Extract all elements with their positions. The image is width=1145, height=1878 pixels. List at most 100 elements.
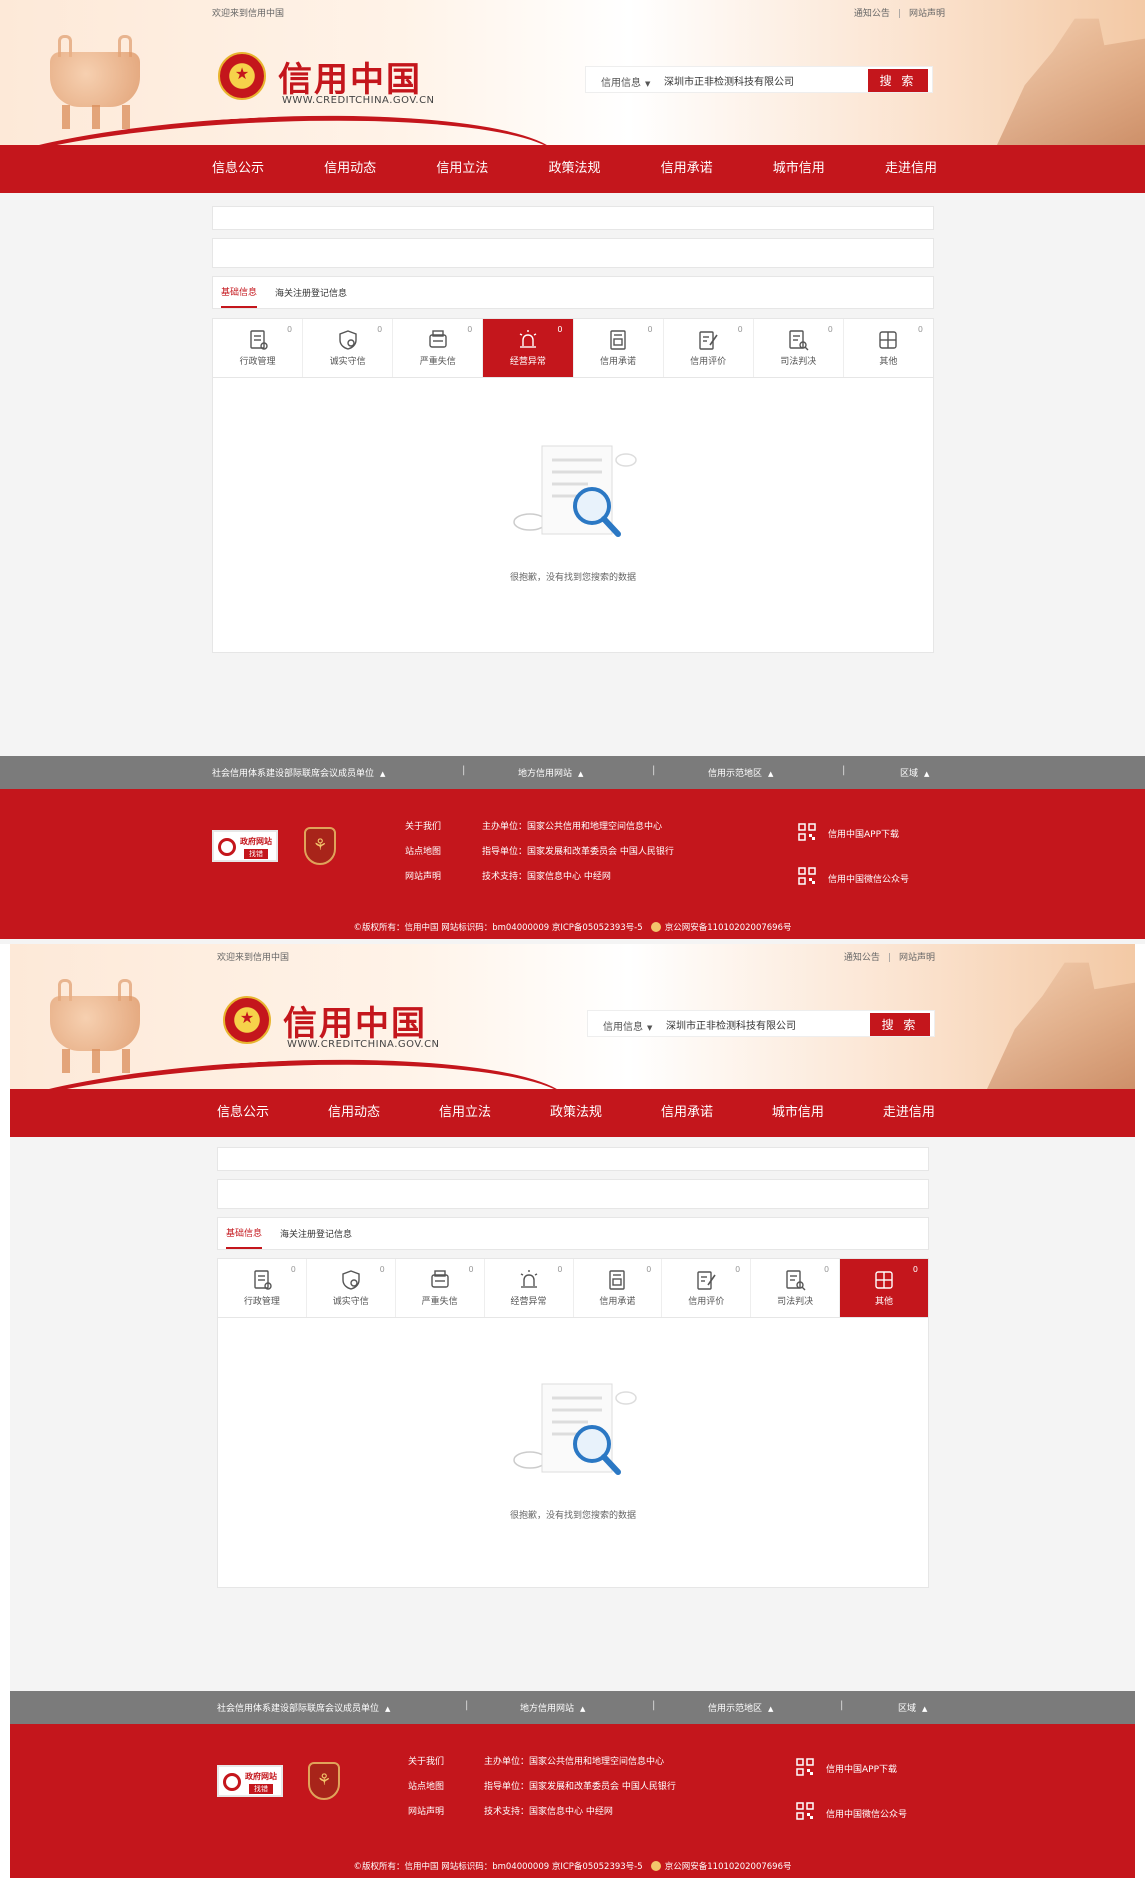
footer-dropdown[interactable]: 信用示范地区 ▲ [708, 1701, 773, 1714]
nav-item[interactable]: 信用承诺 [661, 1089, 713, 1137]
logo-title[interactable]: 信用中国 [278, 52, 422, 101]
footer-link-about[interactable]: 关于我们 [408, 1754, 444, 1767]
logo-subtitle: WWW.CREDITCHINA.GOV.CN [282, 95, 435, 106]
footer-dropdown[interactable]: 社会信用体系建设部际联席会议成员单位 ▲ [217, 1701, 390, 1714]
footer-link-statement[interactable]: 网站声明 [408, 1804, 444, 1817]
caret-up-icon: ▲ [768, 770, 774, 778]
category-tile[interactable]: 0 严重失信 [396, 1259, 485, 1317]
app-download-label[interactable]: 信用中国APP下载 [828, 827, 899, 840]
category-tile[interactable]: 0 信用承诺 [574, 319, 664, 377]
notice-link[interactable]: 通知公告 [844, 953, 880, 963]
category-tile[interactable]: 0 诚实守信 [303, 319, 394, 377]
footer-link-sitemap[interactable]: 站点地图 [405, 844, 441, 857]
company-info-bar [217, 1179, 929, 1209]
gov-site-error-badge[interactable]: 政府网站 找错 [217, 1765, 283, 1797]
qrcode-icon[interactable] [796, 1758, 814, 1776]
promise-icon [610, 330, 626, 350]
search-button[interactable]: 搜 索 [868, 69, 928, 92]
tab-basic-info[interactable]: 基础信息 [221, 277, 258, 308]
category-tile[interactable]: 0 经营异常 [485, 1259, 574, 1317]
category-tile[interactable]: 0 司法判决 [751, 1259, 841, 1317]
category-tile[interactable]: 0 其他 [840, 1259, 928, 1317]
caret-up-icon: ▲ [922, 1705, 928, 1713]
footer-host: 主办单位：国家公共信用和地理空间信息中心 [482, 822, 663, 832]
great-wall-image [987, 962, 1135, 1089]
category-label: 其他 [879, 357, 898, 367]
logo-title[interactable]: 信用中国 [283, 996, 427, 1045]
footer-dropdown[interactable]: 区域 ▲ [898, 1701, 927, 1714]
footer-link-statement[interactable]: 网站声明 [405, 869, 441, 882]
tripod-image [40, 30, 150, 130]
tab-customs-info[interactable]: 海关注册登记信息 [275, 278, 347, 307]
category-tile[interactable]: 0 其他 [844, 319, 933, 377]
search-box: 信用信息▼ 搜 索 [587, 1010, 935, 1037]
category-tile[interactable]: 0 严重失信 [393, 319, 484, 377]
judgment-icon [789, 330, 809, 351]
caret-up-icon: ▲ [580, 1705, 586, 1713]
app-download-label[interactable]: 信用中国APP下载 [826, 1762, 897, 1775]
nav-item[interactable]: 信用立法 [439, 1089, 491, 1137]
nav-item[interactable]: 政策法规 [548, 145, 600, 193]
category-count: 0 [827, 325, 833, 334]
category-tile[interactable]: 0 行政管理 [213, 319, 304, 377]
welcome-text: 欢迎来到信用中国 [212, 9, 285, 19]
qrcode-icon[interactable] [796, 1802, 814, 1820]
search-input[interactable] [666, 1015, 836, 1033]
gov-site-error-badge[interactable]: 政府网站 找错 [212, 830, 278, 862]
party-seal-icon[interactable]: ⚘ [308, 1762, 340, 1800]
category-tile[interactable]: 0 经营异常 [483, 319, 574, 377]
statement-link[interactable]: 网站声明 [899, 953, 935, 963]
shield-icon [342, 1270, 360, 1290]
nav-item[interactable]: 信息公示 [217, 1089, 269, 1137]
judgment-icon [786, 1270, 806, 1291]
wechat-label[interactable]: 信用中国微信公众号 [826, 1807, 907, 1820]
copyright: ©版权所有：信用中国 网站标识码：bm04000009 京ICP备0505239… [353, 1861, 792, 1872]
admin-doc-icon [249, 330, 268, 350]
category-label: 经营异常 [509, 357, 546, 367]
footer-dropdown[interactable]: 区域 ▲ [900, 766, 929, 779]
search-button[interactable]: 搜 索 [870, 1013, 930, 1036]
category-label: 信用评价 [688, 1297, 725, 1307]
nav-item[interactable]: 信用动态 [324, 145, 376, 193]
qrcode-icon[interactable] [798, 867, 816, 885]
nav-item[interactable]: 城市信用 [773, 145, 825, 193]
footer-dropdown[interactable]: 社会信用体系建设部际联席会议成员单位 ▲ [212, 766, 385, 779]
category-tile[interactable]: 0 信用评价 [662, 1259, 752, 1317]
notice-link[interactable]: 通知公告 [854, 9, 890, 19]
party-seal-icon[interactable]: ⚘ [304, 827, 336, 865]
footer-dropdown[interactable]: 信用示范地区 ▲ [708, 766, 773, 779]
qrcode-icon[interactable] [798, 823, 816, 841]
footer-dropdown[interactable]: 地方信用网站 ▲ [518, 766, 583, 779]
admin-doc-icon [254, 1270, 272, 1290]
nav-item[interactable]: 城市信用 [772, 1089, 824, 1137]
statement-link[interactable]: 网站声明 [909, 9, 945, 19]
nav-item[interactable]: 信用动态 [328, 1089, 380, 1137]
tab-customs-info[interactable]: 海关注册登记信息 [280, 1219, 352, 1248]
search-category-select[interactable]: 信用信息 ▼ [601, 74, 650, 89]
category-count: 0 [468, 1265, 474, 1274]
nav-item[interactable]: 信用立法 [436, 145, 488, 193]
footer-link-bar: 社会信用体系建设部际联席会议成员单位 ▲ | 地方信用网站 ▲ | 信用示范地区 ▲ … [10, 1691, 1135, 1724]
category-label: 严重失信 [421, 1297, 458, 1307]
nav-item[interactable]: 走进信用 [883, 1089, 935, 1137]
tab-basic-info[interactable]: 基础信息 [226, 1218, 263, 1249]
category-tile[interactable]: 0 行政管理 [218, 1259, 307, 1317]
nav-item[interactable]: 信用承诺 [661, 145, 713, 193]
blacklist-icon [429, 330, 447, 348]
footer-link-sitemap[interactable]: 站点地图 [408, 1779, 444, 1792]
search-input[interactable] [664, 71, 834, 89]
category-count: 0 [290, 1265, 296, 1274]
footer-dropdown[interactable]: 地方信用网站 ▲ [520, 1701, 585, 1714]
category-tile[interactable]: 0 诚实守信 [307, 1259, 396, 1317]
footer-link-about[interactable]: 关于我们 [405, 819, 441, 832]
category-tile[interactable]: 0 信用评价 [664, 319, 754, 377]
category-tile[interactable]: 0 司法判决 [754, 319, 844, 377]
category-row: 0 行政管理 0 诚实守信 0 严重失信 0 经营异常 0 信用承诺 0 信用评价 0 司法判决 0 其他 [218, 1259, 928, 1317]
nav-item[interactable]: 信息公示 [212, 145, 264, 193]
category-tile[interactable]: 0 信用承诺 [574, 1259, 663, 1317]
wechat-label[interactable]: 信用中国微信公众号 [828, 872, 909, 885]
search-category-select[interactable]: 信用信息 ▼ [603, 1018, 652, 1033]
nav-item[interactable]: 走进信用 [885, 145, 937, 193]
nav-item[interactable]: 政策法规 [550, 1089, 602, 1137]
caret-up-icon: ▲ [924, 770, 930, 778]
